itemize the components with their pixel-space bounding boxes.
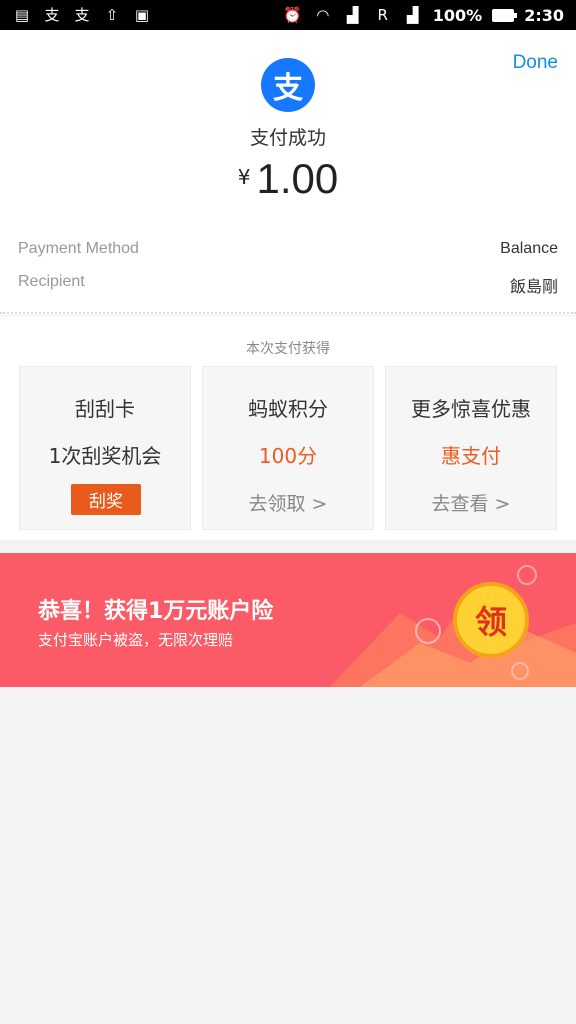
alipay-icon: 支 [44, 5, 60, 24]
dotted-divider [0, 312, 576, 314]
card-subtitle: 100分 [258, 444, 318, 468]
insurance-banner[interactable]: 恭喜！获得1万元账户险 支付宝账户被盗，无限次理赔 领 [0, 553, 576, 687]
page-title: 支付成功 [249, 127, 326, 149]
payment-summary: Done 支 支付成功 ¥ 1.00 Payment Method Balanc… [0, 30, 576, 315]
claim-coin-button[interactable]: 领 [453, 582, 529, 658]
alipay-icon: 支 [74, 5, 90, 24]
signal-icon: ▟ [406, 5, 419, 24]
status-bar: ▤ 支 支 ⇧ ▣ ⏰ ◠ ▟ R ▟ 100% 2:30 [0, 0, 576, 30]
alarm-icon: ⏰ [283, 5, 303, 24]
payment-method-value: Balance [500, 240, 558, 257]
currency-symbol: ¥ [237, 165, 251, 189]
signal-icon: ▟ [346, 5, 359, 24]
claim-link[interactable]: 去领取 > [203, 489, 373, 516]
status-right-icons: ⏰ ◠ ▟ R ▟ 100% 2:30 [283, 6, 564, 25]
recipient-row: Recipient 飯島剛 [18, 273, 558, 297]
alipay-logo-icon: 支 [261, 58, 315, 112]
card-subtitle: 1次刮奖机会 [48, 444, 162, 468]
rewards-title: 本次支付获得 [246, 341, 330, 357]
card-title: 更多惊喜优惠 [411, 397, 531, 421]
recipient-label: Recipient [18, 273, 85, 290]
card-title: 蚂蚁积分 [248, 397, 328, 421]
wifi-icon: ◠ [316, 5, 330, 24]
amount-display: ¥ 1.00 [0, 155, 576, 203]
scratch-button[interactable]: 刮奖 [71, 484, 141, 515]
amount-value: 1.00 [256, 155, 339, 202]
notification-icon: ▤ [14, 5, 30, 24]
banner-subtitle: 支付宝账户被盗，无限次理赔 [38, 631, 234, 649]
points-card[interactable]: 蚂蚁积分 100分 去领取 > [202, 366, 374, 530]
payment-method-label: Payment Method [18, 240, 139, 257]
offers-card[interactable]: 更多惊喜优惠 惠支付 去查看 > [385, 366, 557, 530]
status-left-icons: ▤ 支 支 ⇧ ▣ [12, 6, 152, 24]
banner-title: 恭喜！获得1万元账户险 [38, 599, 274, 624]
card-subtitle: 惠支付 [441, 444, 501, 468]
recipient-value: 飯島剛 [509, 279, 558, 296]
image-icon: ▣ [134, 5, 150, 24]
upload-icon: ⇧ [105, 5, 119, 24]
scratch-card[interactable]: 刮刮卡 1次刮奖机会 刮奖 [19, 366, 191, 530]
done-button[interactable]: Done [513, 52, 558, 74]
clock: 2:30 [524, 5, 564, 25]
r-icon: R [377, 5, 388, 24]
payment-method-row: Payment Method Balance [18, 240, 558, 258]
card-title: 刮刮卡 [75, 397, 135, 421]
battery-percent: 100% [432, 5, 483, 25]
battery-icon [492, 8, 518, 22]
view-link[interactable]: 去查看 > [386, 489, 556, 516]
rewards-section: 本次支付获得 刮刮卡 1次刮奖机会 刮奖 蚂蚁积分 100分 去领取 > 更多惊… [0, 315, 576, 540]
